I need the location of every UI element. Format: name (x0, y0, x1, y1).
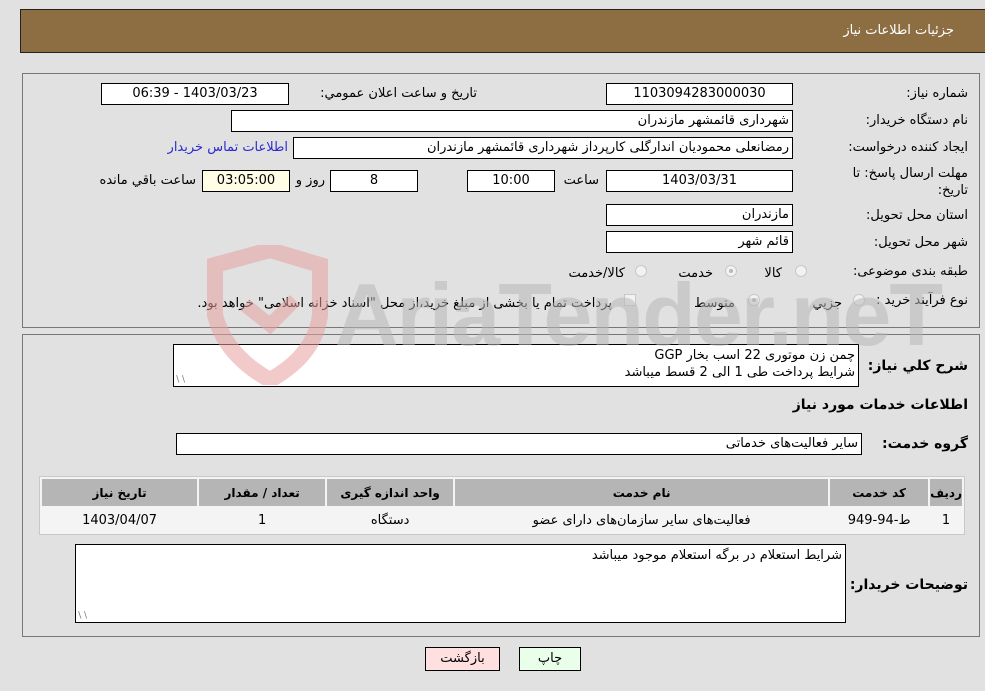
city-label: شهر محل تحویل: (873, 235, 968, 250)
services-table: ردیف کد خدمت نام خدمت واحد اندازه گیری ت… (39, 476, 965, 535)
cell-service-code: ط-94-949 (830, 508, 929, 532)
category-label: طبقه بندی موضوعی: (852, 264, 968, 279)
remaining-time-field[interactable]: 03:05:00 (202, 170, 290, 192)
need-number-label: شماره نیاز: (906, 86, 968, 101)
page-header: جزئیات اطلاعات نیاز (20, 9, 985, 53)
announce-datetime-field[interactable]: 1403/03/23 - 06:39 (101, 83, 289, 105)
buyer-notes-textarea[interactable]: شرایط استعلام در برگه استعلام موجود میبا… (75, 544, 846, 623)
page-title: جزئیات اطلاعات نیاز (843, 23, 954, 38)
creator-field[interactable]: رمضانعلی محمودیان اندارگلی کارپرداز شهرد… (293, 137, 793, 159)
buyer-notes-text: شرایط استعلام در برگه استعلام موجود میبا… (591, 548, 842, 563)
category-option-goods: کالا (764, 266, 782, 281)
table-header-row: ردیف کد خدمت نام خدمت واحد اندازه گیری ت… (42, 479, 962, 506)
treasury-checkbox[interactable] (624, 294, 636, 306)
deadline-label-line1: مهلت ارسال پاسخ: تا (852, 166, 968, 181)
treasury-checkbox-label: پرداخت تمام یا بخشی از مبلغ خرید،از محل … (197, 296, 612, 311)
cell-quantity: 1 (199, 508, 326, 532)
deadline-time-label: ساعت (563, 173, 599, 188)
process-radio-minor[interactable] (853, 294, 865, 306)
announce-label: تاریخ و ساعت اعلان عمومي: (320, 86, 477, 101)
creator-label: ایجاد کننده درخواست: (848, 140, 968, 155)
remaining-time-label: ساعت باقي مانده (99, 173, 196, 188)
process-option-minor: جزيي (812, 296, 842, 311)
category-option-goods-service: کالا/خدمت (568, 266, 625, 281)
resize-grip-icon[interactable]: ∖∖ (175, 375, 186, 385)
services-heading: اطلاعات خدمات مورد نیاز (792, 397, 968, 413)
deadline-label: مهلت ارسال پاسخ: تا تاریخ: (853, 165, 968, 199)
description-textarea[interactable]: چمن زن موتوری 22 اسب بخار GGP شرایط پردا… (173, 344, 859, 387)
process-radio-medium[interactable] (748, 294, 760, 306)
col-service-code: کد خدمت (830, 479, 929, 506)
buyer-org-label: نام دستگاه خریدار: (865, 113, 968, 128)
buyer-notes-label: توضیحات خریدار: (849, 577, 968, 593)
service-group-field[interactable]: سایر فعالیت‌های خدماتی (176, 433, 862, 455)
description-line1: چمن زن موتوری 22 اسب بخار GGP (654, 348, 855, 363)
cell-service-name: فعالیت‌های سایر سازمان‌های دارای عضو (455, 508, 829, 532)
col-service-name: نام خدمت (455, 479, 829, 506)
cell-need-date: 1403/04/07 (42, 508, 198, 532)
days-label: روز و (295, 173, 325, 188)
col-row-number: ردیف (930, 479, 962, 506)
category-radio-goods-service[interactable] (635, 265, 647, 277)
category-radio-goods[interactable] (795, 265, 807, 277)
back-button[interactable]: بازگشت (425, 647, 500, 671)
process-option-medium: متوسط (694, 296, 735, 311)
deadline-date-field[interactable]: 1403/03/31 (606, 170, 793, 192)
cell-unit: دستگاه (327, 508, 454, 532)
cell-row-number: 1 (930, 508, 962, 532)
buyer-contact-link[interactable]: اطلاعات تماس خریدار (168, 140, 288, 155)
category-option-service: خدمت (678, 266, 713, 281)
col-unit: واحد اندازه گیری (327, 479, 454, 506)
buyer-org-field[interactable]: شهرداری قائمشهر مازندران (231, 110, 793, 132)
print-button[interactable]: چاپ (519, 647, 581, 671)
days-remaining-field[interactable]: 8 (330, 170, 418, 192)
province-field[interactable]: مازندران (606, 204, 793, 226)
col-quantity: تعداد / مقدار (199, 479, 326, 506)
deadline-time-field[interactable]: 10:00 (467, 170, 555, 192)
deadline-label-line2: تاریخ: (937, 183, 968, 198)
province-label: استان محل تحویل: (866, 208, 968, 223)
table-row: 1 ط-94-949 فعالیت‌های سایر سازمان‌های دا… (42, 508, 962, 532)
description-label: شرح کلي نیاز: (867, 358, 968, 374)
description-line2: شرایط پرداخت طی 1 الی 2 قسط میباشد (624, 365, 855, 380)
category-radio-service[interactable] (725, 265, 737, 277)
city-field[interactable]: قائم شهر (606, 231, 793, 253)
service-group-label: گروه خدمت: (882, 436, 968, 452)
need-number-field[interactable]: 1103094283000030 (606, 83, 793, 105)
col-need-date: تاریخ نیاز (42, 479, 198, 506)
process-type-label: نوع فرآیند خرید : (876, 293, 968, 308)
resize-grip-icon[interactable]: ∖∖ (77, 611, 88, 621)
